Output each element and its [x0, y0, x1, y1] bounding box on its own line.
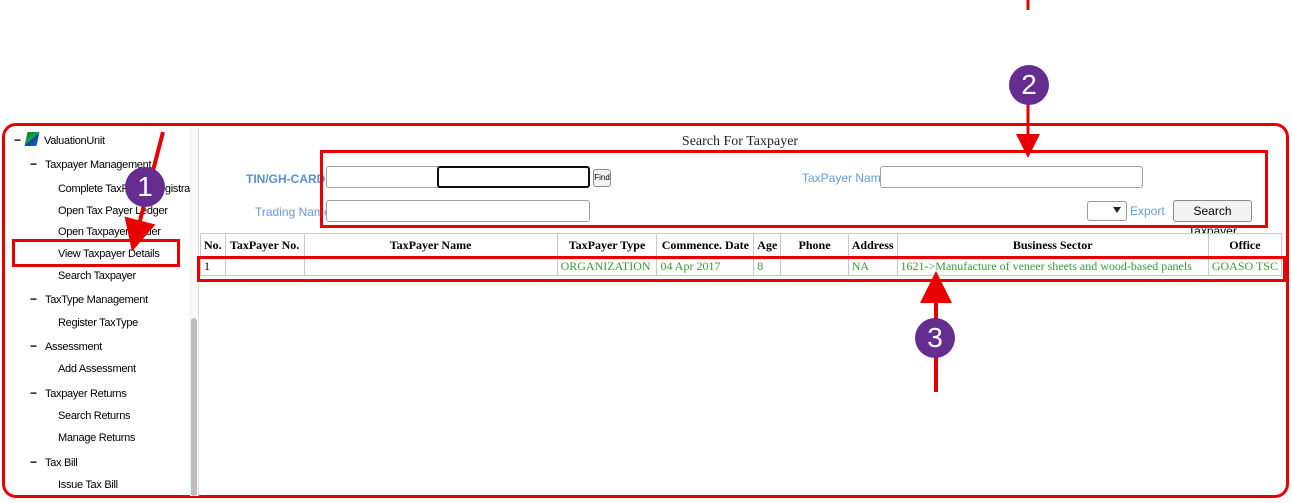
sidebar-group-taxtype-management[interactable]: TaxType Management — [45, 294, 148, 306]
collapse-icon[interactable]: − — [30, 157, 37, 171]
trading-name-label: Trading Name — [255, 205, 331, 219]
cell-age: 8 — [753, 256, 782, 276]
chevron-down-icon — [1113, 207, 1121, 213]
collapse-icon[interactable]: − — [30, 386, 37, 400]
sidebar-root-label[interactable]: ValuationUnit — [44, 135, 105, 147]
annotation-badge-3: 3 — [915, 318, 955, 358]
annotation-badge-2: 2 — [1009, 65, 1049, 105]
export-format-select[interactable] — [1087, 201, 1127, 221]
col-taxpayer-no[interactable]: TaxPayer No. — [224, 233, 305, 257]
taxpayer-name-label: TaxPayer Name — [802, 171, 888, 185]
sidebar-item-issue-tax-bill[interactable]: Issue Tax Bill — [58, 479, 118, 491]
cell-no: 1 — [200, 256, 226, 276]
cell-taxpayer-type: ORGANIZATION — [556, 256, 658, 276]
sidebar-item-search-returns[interactable]: Search Returns — [58, 410, 131, 422]
sidebar-item-register-taxtype[interactable]: Register TaxType — [58, 317, 138, 329]
col-taxpayer-name[interactable]: TaxPayer Name — [303, 233, 558, 257]
sidebar-item-search-taxpayer[interactable]: Search Taxpayer — [58, 270, 136, 282]
cell-phone — [780, 256, 849, 276]
col-commence-date[interactable]: Commence. Date — [656, 233, 755, 257]
sidebar-item-manage-returns[interactable]: Manage Returns — [58, 432, 135, 444]
table-row[interactable]: 1 ORGANIZATION 04 Apr 2017 8 NA 1621->Ma… — [200, 256, 1283, 276]
cell-business-sector: 1621->Manufacture of veneer sheets and w… — [896, 256, 1209, 276]
sidebar-item-open-ledger[interactable]: Open Tax Payer Ledger — [58, 205, 168, 217]
sidebar-scrollbar-thumb[interactable] — [191, 318, 197, 496]
sidebar-divider — [198, 128, 199, 496]
tin-focused-input[interactable] — [437, 166, 590, 188]
collapse-icon[interactable]: − — [30, 292, 37, 306]
col-age[interactable]: Age — [753, 233, 782, 257]
col-business-sector[interactable]: Business Sector — [896, 233, 1209, 257]
cell-address: NA — [847, 256, 898, 276]
trading-name-input[interactable] — [326, 200, 590, 222]
sidebar-item-view-taxpayer-details[interactable]: View Taxpayer Details — [58, 248, 160, 260]
tin-label: TIN/GH-CARD — [246, 172, 326, 186]
find-button[interactable]: Find — [593, 169, 611, 187]
taxpayer-name-input[interactable] — [880, 166, 1143, 188]
sidebar-item-open-folder[interactable]: Open Taxpayer Folder — [58, 226, 161, 238]
valuation-unit-icon — [24, 132, 40, 146]
sidebar-group-tax-bill[interactable]: Tax Bill — [45, 457, 78, 469]
results-table: No. TaxPayer No. TaxPayer Name TaxPayer … — [200, 233, 1283, 276]
cell-commence-date: 04 Apr 2017 — [656, 256, 755, 276]
page-title: Search For Taxpayer — [681, 134, 799, 149]
sidebar-group-assessment[interactable]: Assessment — [45, 341, 102, 353]
collapse-icon[interactable]: − — [30, 455, 37, 469]
col-address[interactable]: Address — [847, 233, 898, 257]
cell-office: GOASO TSC — [1207, 256, 1283, 276]
col-office[interactable]: Office — [1207, 233, 1283, 257]
collapse-icon[interactable]: − — [30, 339, 37, 353]
cell-taxpayer-no — [224, 256, 305, 276]
sidebar-item-add-assessment[interactable]: Add Assessment — [58, 363, 136, 375]
col-phone[interactable]: Phone — [780, 233, 849, 257]
export-link[interactable]: Export — [1130, 204, 1165, 218]
col-no[interactable]: No. — [200, 233, 226, 257]
search-taxpayer-button[interactable]: Search Taxpayer — [1173, 200, 1252, 238]
sidebar-tree: − ValuationUnit − Taxpayer Management Co… — [8, 128, 198, 496]
table-header-row: No. TaxPayer No. TaxPayer Name TaxPayer … — [200, 233, 1283, 257]
cell-taxpayer-name — [303, 256, 558, 276]
annotation-badge-1: 1 — [125, 167, 165, 207]
collapse-icon[interactable]: − — [14, 133, 21, 147]
sidebar-group-taxpayer-returns[interactable]: Taxpayer Returns — [45, 388, 127, 400]
col-taxpayer-type[interactable]: TaxPayer Type — [556, 233, 658, 257]
